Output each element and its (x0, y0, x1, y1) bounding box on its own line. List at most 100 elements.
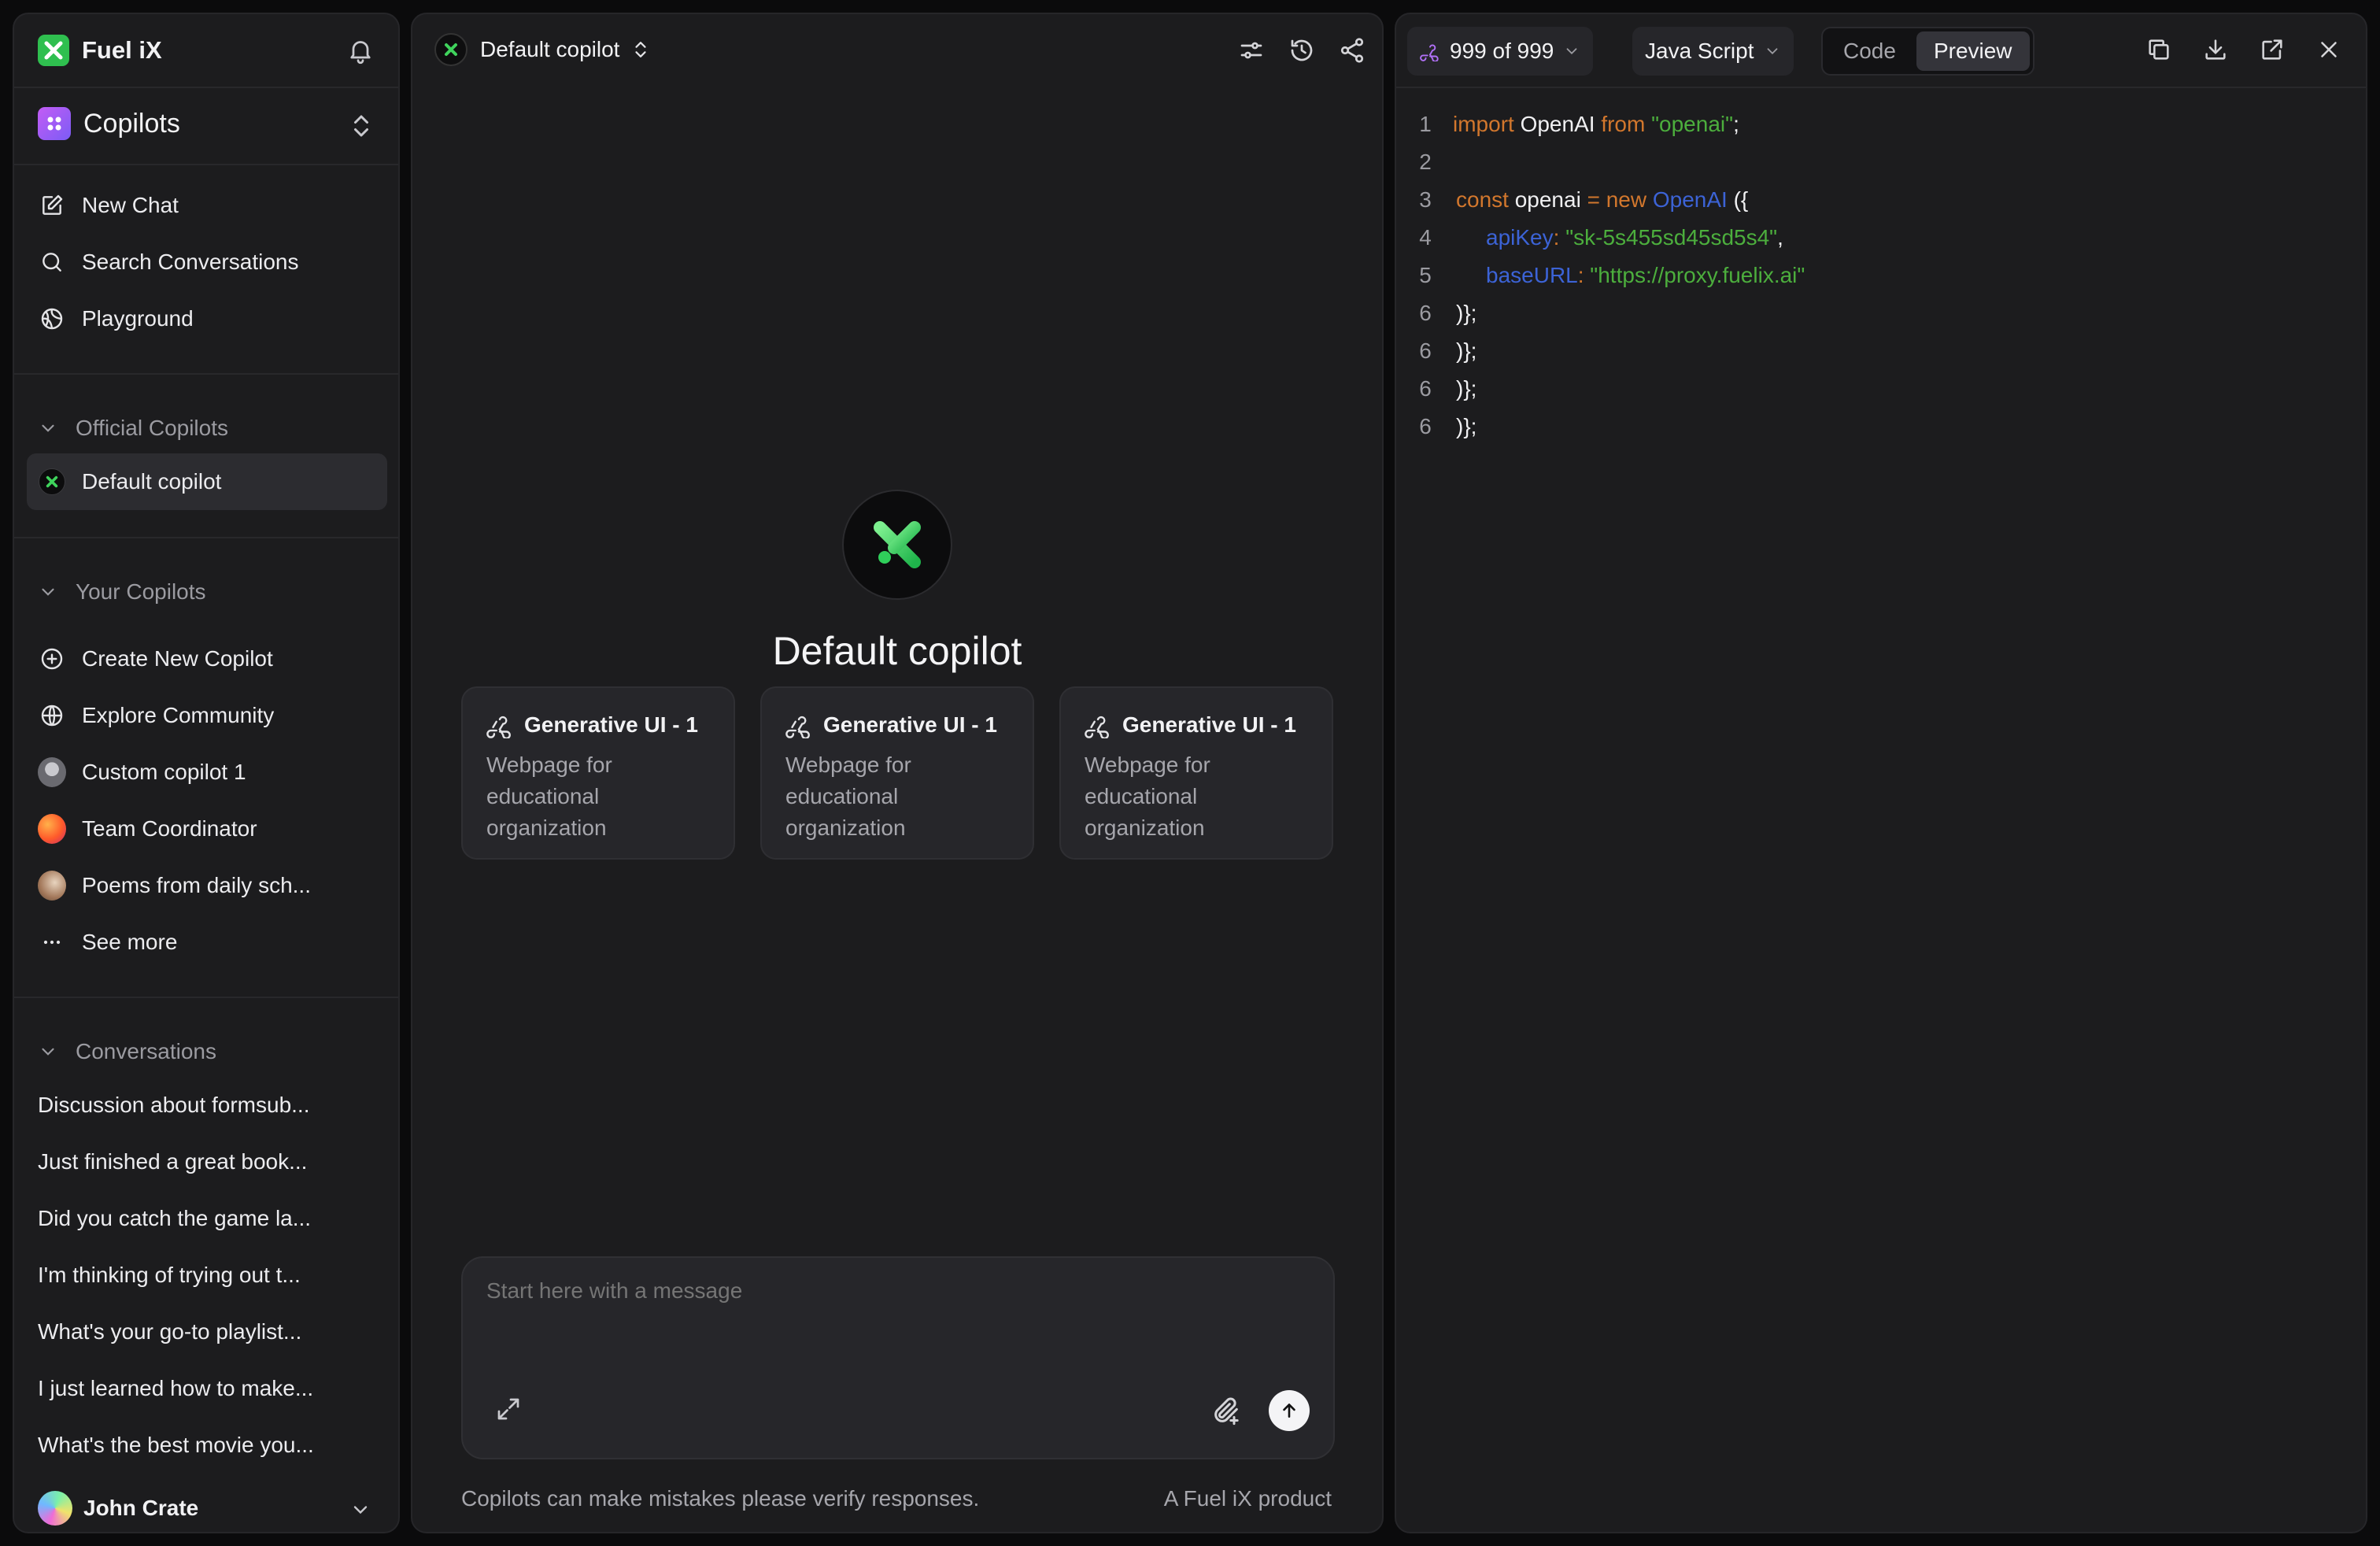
line-number: 6 (1419, 414, 1432, 438)
close-icon[interactable] (2315, 36, 2342, 63)
conversation-item[interactable]: Discussion about formsub... (38, 1093, 310, 1118)
webhook-icon (1420, 44, 1439, 61)
section-official-copilots[interactable]: Official Copilots (38, 416, 228, 441)
section-label: Your Copilots (76, 579, 206, 604)
suggestion-card[interactable]: Generative UI - 1 Webpage for educationa… (461, 686, 735, 860)
language-label: Java Script (1645, 39, 1754, 63)
message-input[interactable] (486, 1278, 1195, 1304)
attach-icon[interactable] (1210, 1395, 1242, 1426)
code-panel: 999 of 999 Java Script Code Preview 1 im… (1395, 13, 2367, 1533)
user-name: John Crate (83, 1496, 199, 1520)
card-description: Webpage for educational organization (1085, 753, 1210, 840)
copilot-label: Poems from daily sch... (82, 873, 311, 897)
chevron-updown-icon (635, 42, 647, 57)
expand-icon[interactable] (494, 1395, 523, 1423)
copy-icon[interactable] (2145, 36, 2172, 63)
message-composer (461, 1256, 1335, 1459)
copilot-poems[interactable]: Poems from daily sch... (38, 866, 311, 905)
settings-sliders-icon[interactable] (1237, 36, 1266, 65)
copilot-default[interactable]: Default copilot (38, 462, 221, 501)
send-button[interactable] (1269, 1390, 1310, 1431)
conversation-item[interactable]: Just finished a great book... (38, 1149, 307, 1174)
suggestion-card[interactable]: Generative UI - 1 Webpage for educationa… (1059, 686, 1333, 860)
tab-code[interactable]: Code (1826, 31, 1913, 71)
line-number: 2 (1419, 150, 1432, 174)
chevron-updown-icon[interactable] (349, 112, 373, 140)
language-selector[interactable]: Java Script (1632, 27, 1794, 76)
card-description: Webpage for educational organization (486, 753, 612, 840)
copilots-logo-icon (38, 107, 71, 140)
see-more[interactable]: See more (38, 923, 177, 962)
section-your-copilots[interactable]: Your Copilots (38, 579, 206, 605)
code-toolbar: 999 of 999 Java Script Code Preview (1396, 14, 2366, 88)
download-icon[interactable] (2202, 36, 2229, 63)
copilots-selector[interactable]: Copilots (38, 107, 180, 140)
conversation-item[interactable]: What's the best movie you... (38, 1433, 314, 1458)
open-external-icon[interactable] (2259, 36, 2286, 63)
history-icon[interactable] (1288, 36, 1316, 65)
default-copilot-avatar-icon (434, 33, 468, 66)
divider (14, 373, 398, 375)
brand[interactable]: Fuel iX (38, 35, 162, 66)
chevron-down-icon (42, 424, 54, 432)
nav-search-conversations[interactable]: Search Conversations (38, 242, 298, 282)
copilot-team-coordinator[interactable]: Team Coordinator (38, 809, 257, 849)
playground-icon (38, 305, 66, 333)
divider (14, 997, 398, 998)
chevron-down-icon (1566, 48, 1577, 55)
create-new-copilot[interactable]: Create New Copilot (38, 639, 273, 679)
version-selector[interactable]: 999 of 999 (1407, 27, 1594, 76)
chevron-down-icon[interactable] (349, 1499, 371, 1521)
card-title: Generative UI - 1 (1122, 712, 1296, 737)
chevron-down-icon (1767, 48, 1777, 55)
search-icon (38, 248, 66, 276)
conversation-item[interactable]: I just learned how to make... (38, 1376, 313, 1401)
plus-circle-icon (38, 645, 66, 673)
divider (14, 537, 398, 538)
chat-toolbar (1237, 36, 1366, 65)
line-number: 6 (1419, 301, 1432, 325)
conversation-item[interactable]: I'm thinking of trying out t... (38, 1263, 301, 1288)
globe-icon (38, 701, 66, 730)
bell-icon[interactable] (346, 36, 375, 65)
chevron-down-icon (42, 588, 54, 596)
nav-label: New Chat (82, 193, 179, 217)
nav-playground[interactable]: Playground (38, 299, 194, 338)
sidebar-header: Fuel iX (14, 14, 398, 87)
line-number: 6 (1419, 376, 1432, 401)
suggestion-card[interactable]: Generative UI - 1 Webpage for educationa… (760, 686, 1034, 860)
line-number: 5 (1419, 263, 1432, 287)
view-toggle: Code Preview (1821, 27, 2034, 76)
user-menu[interactable]: John Crate (38, 1491, 198, 1526)
chevron-down-icon (42, 1048, 54, 1056)
user-avatar (38, 1491, 72, 1526)
divider (14, 87, 398, 88)
explore-community[interactable]: Explore Community (38, 696, 274, 735)
copilot-label: Create New Copilot (82, 646, 273, 671)
share-icon[interactable] (1338, 36, 1366, 65)
nav-new-chat[interactable]: New Chat (38, 186, 179, 225)
copilot-label: Custom copilot 1 (82, 760, 246, 784)
copilot-label: Explore Community (82, 703, 275, 727)
webhook-icon (785, 716, 810, 738)
nav-label: Playground (82, 306, 194, 331)
poems-avatar-icon (38, 871, 66, 901)
chat-title: Default copilot (480, 37, 620, 61)
divider (14, 164, 398, 165)
copilots-selector-label: Copilots (83, 108, 180, 139)
copilot-custom-1[interactable]: Custom copilot 1 (38, 753, 246, 792)
section-conversations[interactable]: Conversations (38, 1039, 216, 1064)
arrow-up-icon (1283, 1404, 1295, 1418)
line-number: 4 (1419, 225, 1432, 250)
default-copilot-logo-icon (842, 490, 952, 600)
product-tag: A Fuel iX product (1163, 1486, 1332, 1511)
conversation-item[interactable]: What's your go-to playlist... (38, 1319, 301, 1344)
copilot-label: Team Coordinator (82, 816, 257, 841)
conversation-item[interactable]: Did you catch the game la... (38, 1206, 311, 1231)
team-coordinator-avatar-icon (38, 814, 66, 844)
line-number: 6 (1419, 338, 1432, 363)
line-number: 3 (1419, 187, 1432, 212)
copilot-switcher[interactable]: Default copilot (434, 33, 649, 66)
card-description: Webpage for educational organization (785, 753, 911, 840)
tab-preview[interactable]: Preview (1916, 31, 2030, 71)
